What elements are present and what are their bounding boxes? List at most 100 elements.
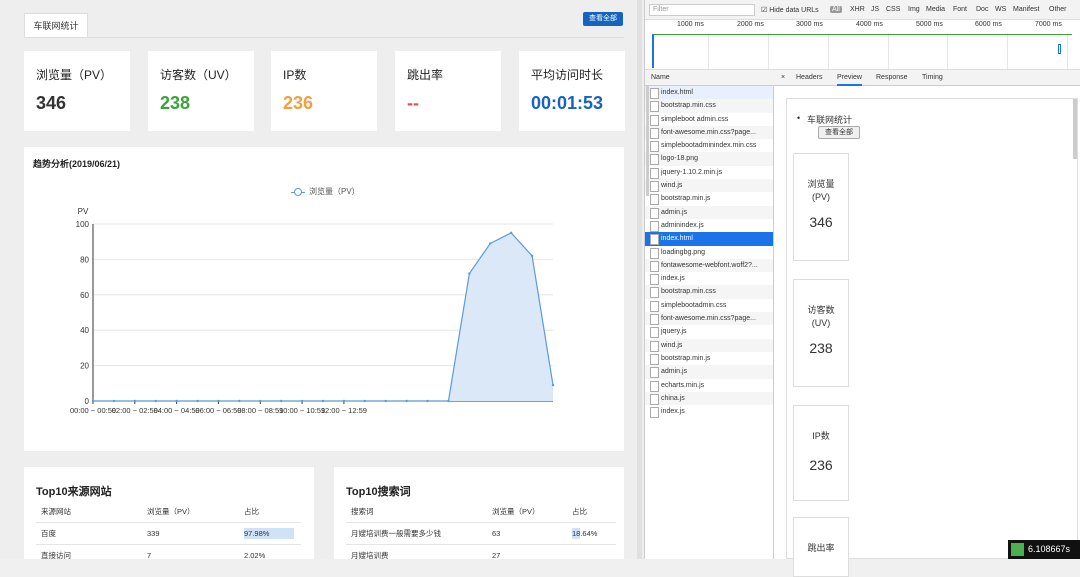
y-tick-label: 60 (80, 291, 89, 300)
data-point (279, 399, 283, 403)
filter-type-css[interactable]: CSS (886, 6, 900, 13)
cell-pv: 339 (142, 521, 239, 544)
request-row[interactable]: simplebootadmin.css (645, 299, 773, 313)
data-point (551, 383, 555, 387)
request-row[interactable]: admin.js (645, 365, 773, 379)
data-point (91, 399, 95, 403)
filter-type-all[interactable]: All (830, 6, 842, 13)
legend-marker-icon (291, 187, 305, 196)
cell-name: 月嫂培训费一般需要多少钱 (346, 521, 487, 544)
filter-type-media[interactable]: Media (926, 6, 945, 13)
network-timeline[interactable]: 1000 ms 2000 ms 3000 ms 4000 ms 5000 ms … (645, 20, 1080, 70)
pct-bar: 97.98% (244, 527, 294, 539)
stat-label: 跳出率 (407, 68, 444, 82)
request-row[interactable]: echarts.min.js (645, 379, 773, 392)
request-row[interactable]: simpleboot admin.css (645, 113, 773, 126)
cell-pv: 27 (487, 543, 567, 566)
close-detail-icon[interactable]: × (781, 74, 785, 81)
filter-type-img[interactable]: Img (908, 6, 920, 13)
x-tick-label: 12:00 ~ 12:59 (321, 406, 367, 415)
view-all-button[interactable]: 查看全部 (583, 12, 623, 26)
table-row: 月嫂培训费一般需要多少钱 63 18.64% (346, 521, 616, 544)
preview-view-all-button[interactable]: 查看全部 (818, 126, 860, 139)
network-header: Name × Headers Preview Response Timing (645, 70, 1080, 86)
request-row[interactable]: index.html (645, 86, 773, 100)
data-point (509, 231, 513, 235)
preview-card-label: IP数 (812, 431, 830, 441)
request-row[interactable]: bootstrap.min.css (645, 285, 773, 299)
request-row[interactable]: admin.js (645, 205, 773, 219)
response-preview: 车联网统计 查看全部 浏览量 (PV) 346 访客数 (UV) 238 IP数… (786, 98, 1078, 577)
y-tick-label: 20 (80, 362, 89, 371)
request-row[interactable]: wind.js (645, 338, 773, 352)
chart-legend[interactable]: 浏览量（PV） (291, 186, 360, 197)
cell-name: 百度 (36, 521, 142, 544)
tab-timing[interactable]: Timing (922, 74, 943, 81)
data-point (112, 399, 116, 403)
timeline-tick: 5000 ms (916, 21, 943, 28)
data-point (447, 399, 450, 403)
preview-card-value: 238 (809, 340, 833, 356)
filter-type-js[interactable]: JS (871, 6, 879, 13)
stat-label: IP数 (283, 68, 307, 82)
tab-headers[interactable]: Headers (796, 74, 822, 81)
request-row[interactable]: jquery-1.10.2.min.js (645, 166, 773, 180)
request-list-scrollbar[interactable] (646, 86, 649, 196)
keywords-title: Top10搜索词 (346, 486, 411, 498)
request-row[interactable]: index.js (645, 405, 773, 419)
tab-divider (24, 37, 624, 38)
x-tick-label: 10:00 ~ 10:59 (279, 406, 325, 415)
col-header: 搜索词 (351, 507, 374, 517)
filter-type-other[interactable]: Other (1049, 6, 1067, 13)
timeline-late-request (1058, 44, 1061, 54)
filter-type-ws[interactable]: WS (995, 6, 1006, 13)
request-row[interactable]: fontawesome-webfont.woff2?... (645, 258, 773, 273)
name-column-header[interactable]: Name (651, 74, 670, 81)
request-row[interactable]: logo-18.png (645, 152, 773, 166)
data-point (530, 254, 534, 258)
tab-stats[interactable]: 车联网统计 (24, 13, 88, 38)
data-point (489, 242, 492, 245)
col-header: 来源网站 (41, 507, 71, 517)
x-tick-label: 00:00 ~ 00:59 (70, 406, 116, 415)
request-row[interactable]: index.js (645, 272, 773, 286)
sources-title: Top10来源网站 (36, 486, 112, 498)
tab-preview[interactable]: Preview (837, 74, 862, 86)
request-row[interactable]: bootstrap.min.js (645, 192, 773, 206)
request-row[interactable]: china.js (645, 391, 773, 406)
stat-value: 236 (283, 93, 314, 113)
request-row[interactable]: font-awesome.min.css?page... (645, 312, 773, 326)
preview-scrollbar[interactable] (1073, 99, 1077, 159)
request-row[interactable]: loadingbg.png (645, 246, 773, 259)
request-row[interactable]: bootstrap.min.js (645, 352, 773, 366)
filter-type-doc[interactable]: Doc (976, 6, 988, 13)
stat-label: 访客数（UV） (160, 68, 237, 82)
stat-value: 238 (160, 93, 191, 113)
hide-data-urls-checkbox[interactable]: ☑ Hide data URLs (761, 6, 819, 14)
request-row[interactable]: wind.js (645, 179, 773, 193)
request-row[interactable]: adminindex.js (645, 219, 773, 233)
data-point (468, 272, 471, 275)
filter-input[interactable]: Filter (649, 4, 755, 16)
sources-table: 来源网站 浏览量（PV） 占比 百度 339 97.98% 直接访问 7 2.0… (36, 502, 301, 566)
data-point (217, 399, 220, 403)
tab-response[interactable]: Response (876, 74, 908, 81)
page-scrollbar[interactable] (637, 0, 642, 559)
filter-type-xhr[interactable]: XHR (850, 6, 865, 13)
request-row[interactable]: font-awesome.min.css?page... (645, 125, 773, 140)
request-row[interactable]: index.html (645, 232, 773, 246)
data-point (259, 399, 262, 403)
data-point (384, 399, 387, 403)
timeline-load-bar (652, 34, 1072, 35)
filter-type-manifest[interactable]: Manifest (1013, 6, 1039, 13)
y-tick-label: 100 (76, 220, 90, 229)
data-point (321, 399, 325, 403)
trend-chart: 0 20 40 60 80 100 PV 00:00 ~ 00:5902:00 ~ 02:59… (70, 207, 555, 415)
filter-type-font[interactable]: Font (953, 6, 967, 13)
request-row[interactable]: bootstrap.min.css (645, 99, 773, 113)
request-row[interactable]: jquery.js (645, 325, 773, 339)
stat-label: 浏览量（PV） (36, 68, 113, 82)
data-point (133, 399, 137, 403)
request-row[interactable]: simplebootadminindex.min.css (645, 139, 773, 153)
timeline-tick: 3000 ms (796, 21, 823, 28)
